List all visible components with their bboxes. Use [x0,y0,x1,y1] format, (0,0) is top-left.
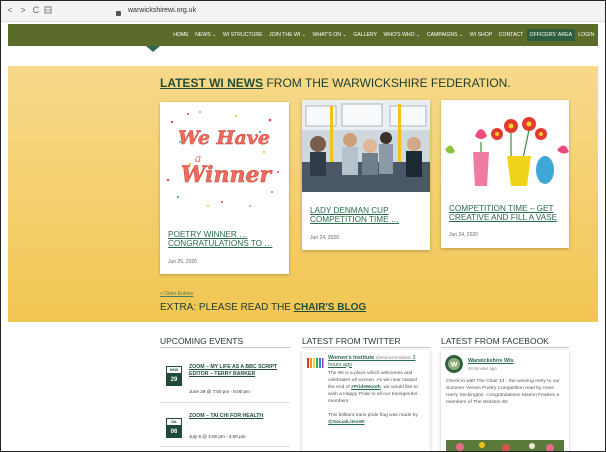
news-card-title[interactable]: COMPETITION TIME – GET CREATIVE AND FILL… [449,204,564,222]
lock-icon [116,11,121,16]
news-card-date: Jun 24, 2020 [310,235,339,241]
events-divider [160,347,290,348]
event-divider [160,446,290,447]
twitter-divider [302,347,430,348]
event-divider [160,402,290,403]
news-card-date: Jun 24, 2020 [449,232,478,238]
browser-toolbar: < > C warwickshirewi.org.uk [0,0,606,22]
facebook-page-name[interactable]: Warwickshire WIs [468,358,564,365]
facebook-post-age: 48 minutes ago [468,366,497,371]
bus-passengers-image[interactable] [302,100,430,192]
event-day: 29 [170,377,178,383]
nav-item[interactable]: OFFICERS' AREA [526,29,576,41]
svg-text:W: W [451,362,458,369]
events-heading: UPCOMING EVENTS [160,336,244,346]
nav-item[interactable]: WHO'S WHO ⌄ [380,24,423,46]
tweet-text: The WI is a place which welcomes and cel… [328,371,418,425]
nav-item[interactable]: WI STRUCTURE [220,24,266,46]
url-text: warwickshirewi.org.uk [128,7,197,14]
facebook-divider [441,347,569,348]
event-title-link[interactable]: ZOOM – MY LIFE AS A BBC SCRIPT EDITOR – … [189,364,289,377]
nav-item[interactable]: CAMPAIGNS ⌄ [424,24,467,46]
nav-item[interactable]: WI SHOP [467,24,496,46]
news-card: COMPETITION TIME – GET CREATIVE AND FILL… [441,100,569,248]
poetry-winner-image[interactable]: We Have a Winner [160,102,289,214]
reload-icon[interactable]: C [30,4,42,16]
chairs-blog-text: EXTRA: PLEASE READ THE [160,302,291,313]
poster-line-1: We Have [178,127,270,149]
event-title-link[interactable]: ZOOM – TAI CHI FOR HEALTH [189,413,289,420]
tweet-author[interactable]: Women's Institute @WomensInstitute 3 hou… [328,355,428,368]
nav-item[interactable]: NEWS ⌄ [192,24,220,46]
news-heading: LATEST WI NEWS FROM THE WARWICKSHIRE FED… [160,76,511,90]
event-date-badge: JUL 06 [166,418,182,438]
nav-item[interactable]: LOGIN [575,24,598,46]
back-icon[interactable]: < [4,4,16,16]
nav-item[interactable]: WHAT'S ON ⌄ [309,24,350,46]
warwickshire-wi-avatar: W [445,355,463,373]
nav-item[interactable]: CONTACT [495,24,526,46]
main-navigation: HOME NEWS ⌄ WI STRUCTURE JOIN THE WI ⌄ WHAT'… [8,24,598,46]
facebook-heading: LATEST FROM FACEBOOK [441,336,549,346]
site-info-icon[interactable] [42,4,54,16]
tweet-handle: @WomensInstitute [375,355,411,360]
news-card-title[interactable]: LADY DENMAN CUP COMPETITION TIME … [310,206,425,224]
news-heading-text: FROM THE WARWICKSHIRE FEDERATION. [266,76,511,90]
chairs-blog-banner: EXTRA: PLEASE READ THE CHAIR'S BLOG [160,302,366,313]
twitter-feed[interactable]: Women's Institute @WomensInstitute 3 hou… [302,350,430,452]
nav-pointer [146,46,160,52]
nav-item[interactable]: JOIN THE WI ⌄ [266,24,309,46]
forward-icon[interactable]: > [17,4,29,16]
news-card-title[interactable]: POETRY WINNER … CONGRATULATIONS TO … [168,230,283,248]
event-month: JUL [166,418,182,426]
nav-item[interactable]: HOME [170,24,192,46]
event-time: June 29 @ 7:00 pm - 8:00 pm [189,389,250,394]
facebook-post-text: Check in with The Chair 14 - the winning… [446,379,560,405]
hashtag-link[interactable]: #PrideMonth [351,385,381,390]
news-heading-link[interactable]: LATEST WI NEWS [160,76,263,90]
event-date-badge: MON 29 [166,366,182,386]
event-time: July 6 @ 2:00 pm - 3:00 pm [189,434,246,439]
wi-logo-icon [306,356,324,370]
chairs-blog-link[interactable]: CHAIR'S BLOG [294,302,366,313]
event-day: 06 [170,429,178,435]
flowers-in-vases-image[interactable] [441,100,569,198]
address-bar[interactable]: warwickshirewi.org.uk [58,4,578,17]
facebook-post-image[interactable] [446,440,564,452]
news-card: We Have a Winner POETRY WINNER … CONGRAT… [160,102,289,274]
mention-link[interactable]: @SocialLitesWI [328,420,365,425]
event-month: MON [166,366,182,374]
news-card-date: Jun 25, 2020 [168,259,197,265]
news-card: LADY DENMAN CUP COMPETITION TIME … Jun 2… [302,100,430,250]
poster-line-3: Winner [181,162,273,188]
nav-item[interactable]: GALLERY [350,24,380,46]
facebook-feed[interactable]: W Warwickshire WIs 48 minutes ago Check … [441,350,569,452]
nav-menu: HOME NEWS ⌄ WI STRUCTURE JOIN THE WI ⌄ WHAT'… [170,24,598,46]
older-entries-link[interactable]: « Older Entries [160,291,193,297]
twitter-heading: LATEST FROM TWITTER [302,336,401,346]
